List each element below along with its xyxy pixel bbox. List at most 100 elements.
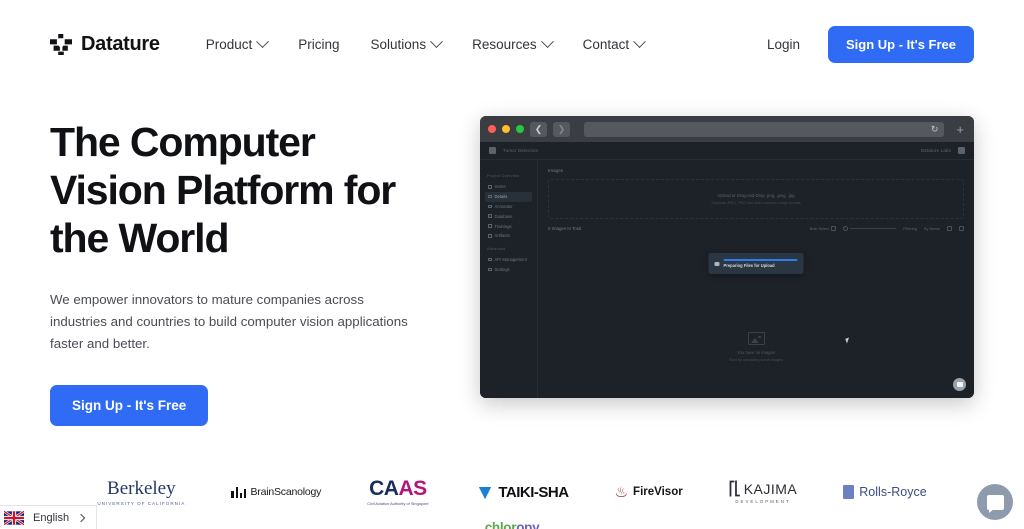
window-close-dot xyxy=(488,125,496,133)
logo-rollsroyce-name: Rolls-Royce xyxy=(859,485,927,499)
mockup-sidebar: Project Overview Home Details Annotator xyxy=(480,160,538,398)
language-selector[interactable]: English xyxy=(0,505,98,529)
logo-brainscanology: BrainScanology xyxy=(231,470,321,514)
logo-rollsroyce: Rolls-Royce xyxy=(843,470,927,514)
nav-label: Solutions xyxy=(370,36,427,52)
mockup-sidebar-label: Artifacts xyxy=(494,233,510,239)
logo-kajima: ⎡⎣ KAJIMA DEVELOPMENT xyxy=(729,470,798,514)
mockup-search-field xyxy=(850,228,897,229)
mockup-sidebar-group-1: Project Overview xyxy=(487,174,519,178)
mockup-empty-state: You have no images Start by uploading so… xyxy=(538,332,974,362)
logo-taikisha-name: TAIKI-SHA xyxy=(498,483,569,501)
nav-item-product[interactable]: Product xyxy=(205,34,270,52)
logo-berkeley-sub: UNIVERSITY OF CALIFORNIA xyxy=(97,500,186,506)
logo-taikisha: ▼ TAIKI-SHA xyxy=(474,470,570,514)
mockup-sidebar-label: Details xyxy=(494,194,508,200)
mockup-sidebar-item-annotator: Annotator xyxy=(485,202,532,212)
logo-caas-wordmark: CAAS xyxy=(369,478,427,499)
logo-kajima-name: KAJIMA xyxy=(743,480,798,497)
mockup-empty-sub: Start by uploading some images xyxy=(728,358,784,362)
primary-nav-links: Product Pricing Solutions Resources Cont… xyxy=(205,34,767,52)
logo-caas-part2: AS xyxy=(398,477,427,500)
nav-label: Resources xyxy=(472,36,537,52)
grid-view-icon xyxy=(947,226,952,231)
mockup-dropzone-sub: Supports JPEG, PNG and other common imag… xyxy=(711,201,801,205)
brand-name: Datature xyxy=(81,32,160,55)
checkbox-icon xyxy=(831,226,837,231)
mockup-topbar-right: Datature Labs xyxy=(921,147,965,154)
brand-logo[interactable]: Datature xyxy=(50,33,160,56)
mockup-sidebar-item-artifacts: Artifacts xyxy=(485,231,532,241)
mockup-main-area: Project Overview Home Details Annotator xyxy=(480,160,974,398)
logo-taikisha-inner: ▼ TAIKI-SHA xyxy=(474,480,570,504)
mockup-browser-chrome: ❮ ❯ ↻ + xyxy=(480,116,974,142)
logo-chloropy-part1: chlor xyxy=(484,520,517,529)
browser-back-icon: ❮ xyxy=(530,121,547,137)
nav-item-resources[interactable]: Resources xyxy=(472,34,554,52)
nav-label: Contact xyxy=(582,36,630,52)
hero-signup-button[interactable]: Sign Up - It's Free xyxy=(50,385,209,426)
nav-item-solutions[interactable]: Solutions xyxy=(370,34,443,52)
mockup-sidebar-item-details: Details xyxy=(485,191,532,202)
browser-forward-icon: ❯ xyxy=(553,121,570,137)
chevron-right-icon xyxy=(76,513,86,522)
trainings-icon xyxy=(488,224,492,228)
chat-bubble-icon xyxy=(986,494,1004,513)
reload-icon: ↻ xyxy=(930,123,939,134)
hero-subtitle: We empower innovators to mature companie… xyxy=(50,292,408,351)
language-label: English xyxy=(33,511,70,524)
search-icon xyxy=(843,226,849,231)
kajima-mark-icon: ⎡⎣ xyxy=(728,480,741,496)
mockup-sidebar-label: Trainings xyxy=(494,223,512,229)
mockup-filter: Filtering xyxy=(903,226,917,231)
logo-firevisor: ♨ FireVisor xyxy=(615,470,683,514)
signup-button[interactable]: Sign Up - It's Free xyxy=(828,25,974,63)
taikisha-mark-icon: ▼ xyxy=(474,480,496,504)
annotator-icon xyxy=(488,204,492,209)
window-minimize-dot xyxy=(502,125,510,133)
mockup-sidebar-label: API Management xyxy=(494,257,527,263)
mockup-sidebar-item-settings: Settings xyxy=(485,264,532,274)
chat-widget-button[interactable] xyxy=(977,484,1013,520)
logo-caas-part1: CA xyxy=(369,477,399,500)
file-icon xyxy=(714,261,720,266)
logo-caas: CAAS Civil Aviation Authority of Singapo… xyxy=(367,470,428,514)
nav-item-contact[interactable]: Contact xyxy=(582,34,647,52)
hero-media: ❮ ❯ ↻ + Tumor Detection Datature Labs Pr… xyxy=(480,110,974,426)
api-icon xyxy=(488,257,492,262)
chevron-down-icon xyxy=(540,34,554,48)
mockup-content: Images Upload or Drag-and-Drop .png, .jp… xyxy=(538,160,974,398)
mockup-app-topbar: Tumor Detection Datature Labs xyxy=(480,142,974,160)
mockup-dropzone-title: Upload or Drag-and-Drop .png, .jpeg, .jp… xyxy=(717,193,795,198)
window-maximize-dot xyxy=(516,125,524,133)
mockup-toolbar: 0 Images In Total Bulk Select Filtering … xyxy=(548,226,964,231)
mockup-sidebar-label: Home xyxy=(494,184,506,190)
mockup-sidebar-item-home: Home xyxy=(485,182,532,192)
list-view-icon xyxy=(959,226,964,231)
mockup-sidebar-item-database: Database xyxy=(485,211,532,221)
hero-copy: The Computer Vision Platform for the Wor… xyxy=(50,110,430,426)
mockup-chat-widget xyxy=(953,378,966,391)
mockup-toast-body: Preparing Files for Upload xyxy=(723,258,798,268)
mockup-app-logo-icon xyxy=(489,147,496,154)
mockup-bulk-select: Bulk Select xyxy=(809,226,837,231)
flame-icon: ♨ xyxy=(614,483,629,501)
logo-firevisor-inner: ♨ FireVisor xyxy=(615,485,683,500)
mockup-bulk-label: Bulk Select xyxy=(809,226,830,231)
nav-actions: Login Sign Up - It's Free xyxy=(767,25,974,63)
mockup-app-body: Tumor Detection Datature Labs Project Ov… xyxy=(480,142,974,398)
nav-item-pricing[interactable]: Pricing xyxy=(298,37,339,52)
new-tab-icon: + xyxy=(956,121,964,137)
logo-berkeley-name: Berkeley xyxy=(107,477,176,499)
login-link[interactable]: Login xyxy=(767,37,800,52)
bar-chart-icon xyxy=(231,486,247,498)
rollsroyce-mark-icon xyxy=(843,485,855,499)
chevron-down-icon xyxy=(430,34,443,48)
mockup-sidebar-item-trainings: Trainings xyxy=(485,221,532,231)
logo-chloropy-part2: opy xyxy=(516,520,540,529)
nav-label: Product xyxy=(205,36,253,52)
datature-logo-mark-icon xyxy=(50,33,72,55)
logo-chloropy: chloropy xyxy=(485,520,540,529)
mockup-search xyxy=(843,226,897,231)
logo-brainscanology-inner: BrainScanology xyxy=(231,486,321,498)
